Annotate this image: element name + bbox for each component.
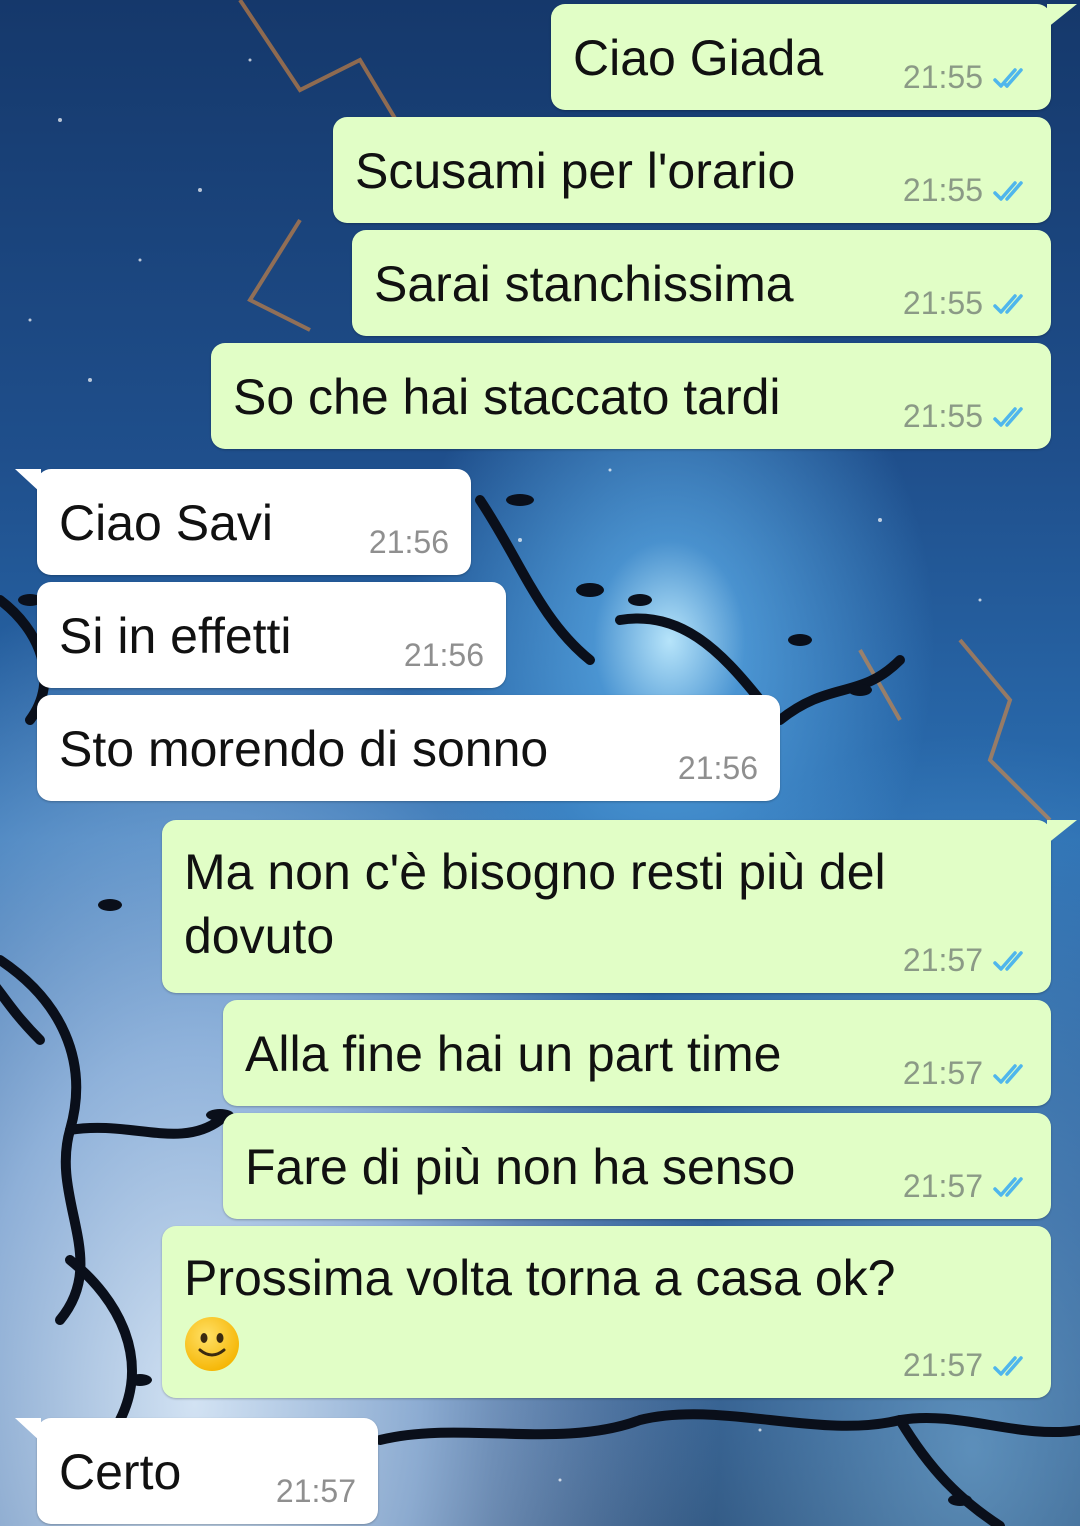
message-bubble-outgoing[interactable]: Prossima volta torna a casa ok? 21:57: [162, 1226, 1051, 1398]
message-bubble-outgoing[interactable]: Ciao Giada 21:55: [551, 4, 1077, 110]
message-meta: 21:55: [903, 59, 1033, 96]
message-time: 21:57: [902, 942, 983, 978]
read-ticks-icon: [993, 180, 1023, 201]
message-text: Fare di più non ha senso: [245, 1139, 796, 1195]
message-time: 21:56: [677, 750, 758, 786]
message-time: 21:57: [902, 1168, 983, 1204]
read-ticks-icon: [993, 1355, 1023, 1376]
message-meta: 21:55: [903, 172, 1033, 209]
bubble-tail: [15, 469, 41, 493]
message-text: Alla fine hai un part time: [245, 1026, 782, 1082]
message-bubble-incoming[interactable]: Si in effetti 21:56: [37, 582, 506, 688]
read-ticks-icon: [993, 1176, 1023, 1197]
message-meta: 21:56: [369, 524, 449, 561]
message-meta: 21:57: [903, 942, 1033, 979]
message-text: Prossima volta torna a casa ok?: [184, 1250, 896, 1306]
message-text: Scusami per l'orario: [355, 143, 796, 199]
message-text: Sarai stanchissima: [374, 256, 794, 312]
message-text: Certo: [59, 1444, 182, 1500]
message-text: Ciao Giada: [573, 30, 824, 86]
slightly-smiling-face-icon: [185, 1317, 239, 1371]
message-time: 21:57: [902, 1055, 983, 1091]
message-meta: 21:55: [903, 285, 1033, 322]
message-bubble-incoming[interactable]: Ciao Savi 21:56: [15, 469, 471, 575]
bubble-tail: [1047, 820, 1077, 844]
read-ticks-icon: [993, 293, 1023, 314]
message-meta: 21:57: [276, 1473, 356, 1510]
message-bubble-outgoing[interactable]: Sarai stanchissima 21:55: [352, 230, 1051, 336]
message-bubble-outgoing[interactable]: Scusami per l'orario 21:55: [333, 117, 1051, 223]
message-meta: 21:56: [678, 750, 758, 787]
message-text: Si in effetti: [59, 608, 292, 664]
message-time: 21:55: [902, 398, 983, 434]
read-ticks-icon: [993, 67, 1023, 88]
message-time: 21:56: [368, 524, 449, 560]
bubble-tail: [1047, 4, 1077, 28]
message-bubble-outgoing[interactable]: Alla fine hai un part time 21:57: [223, 1000, 1051, 1106]
message-text: Ma non c'è bisogno resti più del dovuto: [184, 844, 886, 964]
message-time: 21:56: [403, 637, 484, 673]
message-time: 21:57: [275, 1473, 356, 1509]
message-meta: 21:57: [903, 1347, 1033, 1384]
message-bubble-incoming[interactable]: Sto morendo di sonno 21:56: [37, 695, 780, 801]
message-time: 21:55: [902, 59, 983, 95]
message-meta: 21:55: [903, 398, 1033, 435]
message-bubble-outgoing[interactable]: Fare di più non ha senso 21:57: [223, 1113, 1051, 1219]
message-time: 21:55: [902, 172, 983, 208]
message-time: 21:57: [902, 1347, 983, 1383]
message-time: 21:55: [902, 285, 983, 321]
message-bubble-outgoing[interactable]: So che hai staccato tardi 21:55: [211, 343, 1051, 449]
message-text: Sto morendo di sonno: [59, 721, 549, 777]
message-meta: 21:57: [903, 1168, 1033, 1205]
message-meta: 21:56: [404, 637, 484, 674]
read-ticks-icon: [993, 406, 1023, 427]
bubble-tail: [15, 1418, 41, 1442]
message-text: So che hai staccato tardi: [233, 369, 781, 425]
chat-conversation: Ciao Giada 21:55 Scusami per l'orario 21…: [0, 0, 1080, 1526]
message-bubble-outgoing[interactable]: Ma non c'è bisogno resti più del dovuto …: [162, 820, 1077, 993]
read-ticks-icon: [993, 950, 1023, 971]
message-bubble-incoming[interactable]: Certo 21:57: [15, 1418, 378, 1524]
message-meta: 21:57: [903, 1055, 1033, 1092]
message-text: Ciao Savi: [59, 495, 273, 551]
read-ticks-icon: [993, 1063, 1023, 1084]
